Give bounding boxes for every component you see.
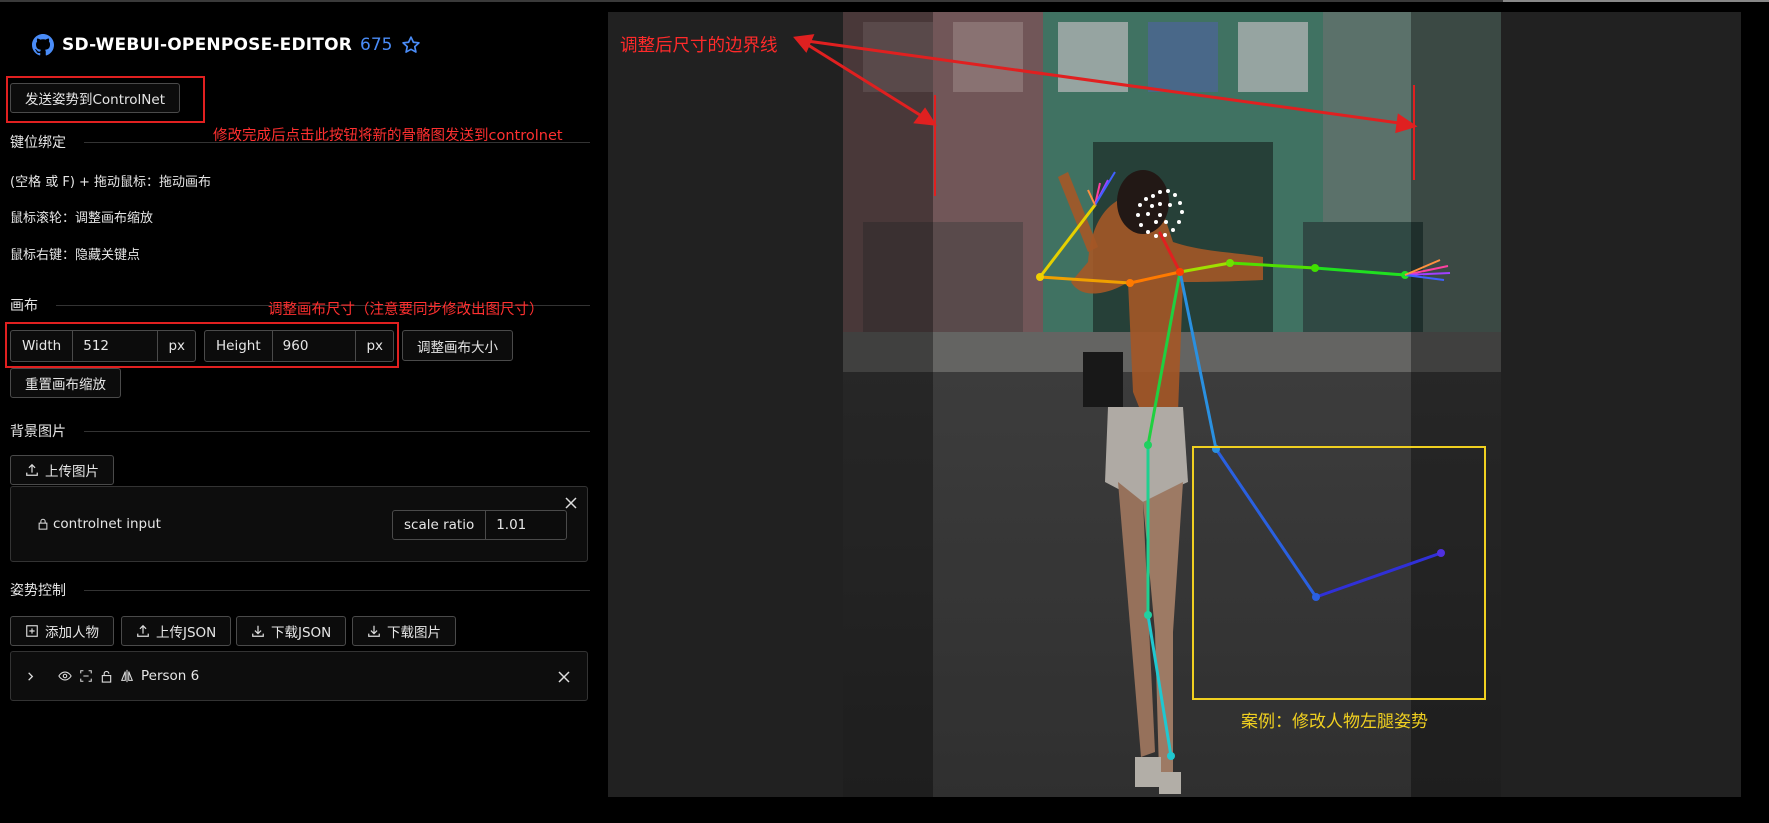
pose-heading: 姿势控制 (10, 580, 590, 600)
canvas-note: 调整画布尺寸（注意要同步修改出图尺寸） (268, 302, 544, 318)
case-annotation: 案例：修改人物左腿姿势 (1241, 712, 1428, 732)
focus-icon[interactable] (79, 669, 93, 683)
star-icon[interactable] (401, 35, 421, 55)
scale-ratio-input[interactable]: 1.01 (486, 511, 536, 539)
background-heading-text: 背景图片 (10, 424, 66, 440)
add-icon (26, 625, 38, 637)
background-photo (843, 12, 1501, 797)
pose-heading-text: 姿势控制 (10, 583, 66, 599)
divider (84, 430, 590, 432)
controlnet-input-label: controlnet input (53, 516, 161, 532)
keybind-heading: 键位绑定 (10, 132, 590, 152)
upload-image-button[interactable]: 上传图片 (10, 455, 114, 485)
resize-canvas-button[interactable]: 调整画布大小 (402, 330, 513, 361)
height-input[interactable]: 960 (273, 331, 357, 361)
keybind-heading-text: 键位绑定 (10, 135, 66, 151)
canvas-heading-text: 画布 (10, 298, 38, 314)
background-item-panel: controlnet input scale ratio 1.01 (10, 486, 588, 562)
upload-image-label: 上传图片 (45, 464, 99, 480)
flip-icon[interactable] (120, 669, 134, 683)
person-list-panel: Person 6 (10, 651, 588, 701)
upload-json-label: 上传JSON (156, 625, 217, 641)
github-icon[interactable] (32, 34, 54, 56)
close-icon[interactable] (557, 670, 571, 684)
download-icon (252, 625, 264, 637)
keybind-line: 鼠标滚轮：调整画布缩放 (10, 211, 154, 226)
person-label: Person 6 (141, 668, 200, 684)
upload-json-button[interactable]: 上传JSON (121, 616, 232, 646)
height-field: Height 960 px (204, 330, 394, 362)
divider (84, 141, 590, 143)
eye-icon[interactable] (58, 669, 72, 683)
star-count: 675 (360, 35, 393, 55)
download-json-button[interactable]: 下载JSON (236, 616, 347, 646)
scale-ratio-label: scale ratio (393, 511, 487, 539)
keybind-line: 鼠标右键：隐藏关键点 (10, 248, 141, 263)
boundary-annotation: 调整后尺寸的边界线 (620, 36, 778, 56)
controlnet-input-item: controlnet input (37, 516, 161, 532)
height-unit: px (366, 338, 383, 354)
download-json-label: 下载JSON (271, 625, 332, 641)
chevron-right-icon[interactable] (25, 671, 36, 682)
divider (84, 589, 590, 591)
height-label: Height (205, 331, 273, 361)
add-person-button[interactable]: 添加人物 (10, 616, 114, 646)
unlock-icon[interactable] (100, 670, 113, 683)
add-person-label: 添加人物 (45, 625, 99, 641)
send-to-controlnet-button[interactable]: 发送姿势到ControlNet (10, 83, 180, 113)
download-image-label: 下载图片 (387, 625, 441, 641)
width-field: Width 512 px (10, 330, 196, 362)
scale-ratio-field: scale ratio 1.01 (392, 510, 567, 540)
keybind-line: (空格 或 F) + 拖动鼠标：拖动画布 (10, 175, 212, 190)
download-icon (368, 625, 380, 637)
download-image-button[interactable]: 下载图片 (352, 616, 456, 646)
width-label: Width (11, 331, 74, 361)
width-unit: px (168, 338, 185, 354)
background-heading: 背景图片 (10, 421, 590, 441)
top-border-highlight (1503, 0, 1769, 2)
close-icon[interactable] (564, 496, 578, 510)
app-title[interactable]: SD-WEBUI-OPENPOSE-EDITOR (62, 35, 352, 55)
upload-icon (137, 624, 149, 637)
lock-icon[interactable] (37, 518, 49, 530)
person-row[interactable]: Person 6 (25, 668, 199, 684)
upload-icon (26, 463, 38, 476)
reset-zoom-button[interactable]: 重置画布缩放 (10, 368, 121, 398)
width-input[interactable]: 512 (73, 331, 159, 361)
header: SD-WEBUI-OPENPOSE-EDITOR 675 (32, 34, 421, 56)
photo-illustration (843, 12, 1501, 797)
